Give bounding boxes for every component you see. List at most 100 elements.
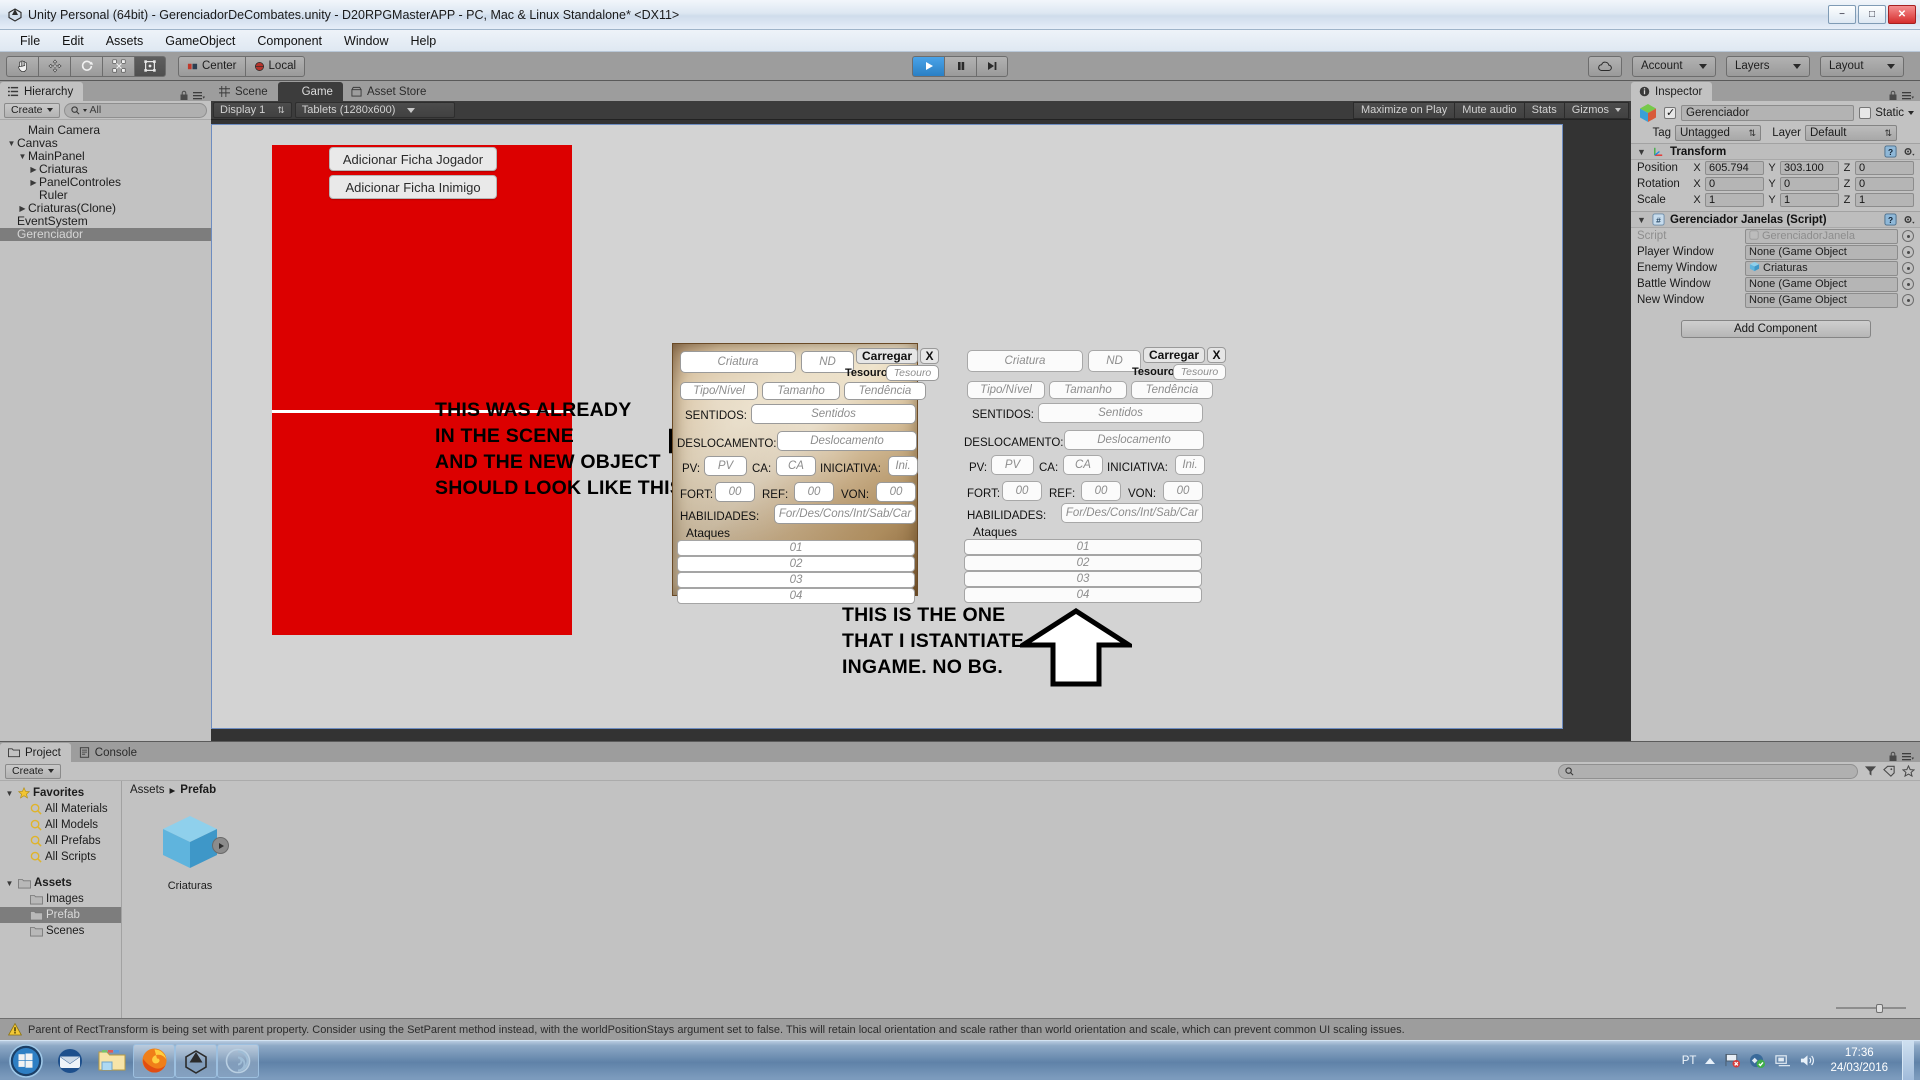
rect-tool-button[interactable] [134, 55, 166, 77]
taskbar-firefox-icon[interactable] [133, 1043, 175, 1078]
tag-dropdown[interactable]: Untagged ⇅ [1675, 125, 1761, 141]
chevron-down-icon[interactable]: ▼ [17, 150, 28, 163]
script-field-value[interactable]: None (Game Object [1745, 276, 1898, 292]
taskbar-photoshop-icon[interactable] [217, 1043, 259, 1078]
asset-zoom-slider[interactable] [1836, 1003, 1906, 1013]
chevron-down-icon[interactable] [1908, 111, 1914, 115]
volume-icon[interactable] [1799, 1053, 1816, 1068]
object-picker-icon[interactable] [1902, 262, 1914, 274]
gear-icon[interactable] [1902, 145, 1915, 158]
play-button[interactable] [912, 55, 944, 77]
sheet-von-field[interactable]: 00 [876, 482, 916, 502]
plain-tipo-nivel-field[interactable]: Tipo/Nível [967, 381, 1045, 399]
tab-hierarchy[interactable]: Hierarchy [0, 82, 84, 101]
object-enabled-checkbox[interactable] [1664, 106, 1676, 119]
object-picker-icon[interactable] [1902, 294, 1914, 306]
tab-scene[interactable]: Scene [211, 82, 278, 101]
gear-icon[interactable] [1902, 213, 1915, 226]
plain-attack-row-1[interactable]: 01 [964, 539, 1202, 555]
plain-attack-row-2[interactable]: 02 [964, 555, 1202, 571]
object-picker-icon[interactable] [1902, 278, 1914, 290]
project-tree-item-all-materials[interactable]: All Materials [0, 801, 121, 817]
hierarchy-item-mainpanel[interactable]: ▼ MainPanel [0, 150, 211, 163]
sheet-habilidades-field[interactable]: For/Des/Cons/Int/Sab/Car [774, 504, 916, 524]
project-tree-item-images[interactable]: Images [0, 891, 121, 907]
project-tree-item-all-models[interactable]: All Models [0, 817, 121, 833]
menu-window[interactable]: Window [334, 32, 398, 50]
layer-dropdown[interactable]: Default ⇅ [1805, 125, 1897, 141]
script-field-value[interactable]: GerenciadorJanela [1745, 228, 1898, 244]
plain-close-button[interactable]: X [1207, 347, 1226, 363]
plain-name-field[interactable]: Criatura [967, 350, 1083, 372]
project-tree-item-prefab[interactable]: Prefab [0, 907, 121, 923]
menu-gameobject[interactable]: GameObject [155, 32, 245, 50]
script-field-value[interactable]: Criaturas [1745, 260, 1898, 276]
static-checkbox[interactable] [1859, 107, 1872, 119]
taskbar-unity-icon[interactable] [175, 1043, 217, 1078]
project-search-input[interactable] [1558, 763, 1858, 779]
project-tree-item-scenes[interactable]: Scenes [0, 923, 121, 939]
transform-rotation-x-field[interactable]: 0 [1705, 177, 1764, 191]
scale-tool-button[interactable] [102, 55, 134, 77]
project-create-button[interactable]: Create [5, 763, 61, 779]
plain-carregar-button[interactable]: Carregar [1143, 347, 1205, 363]
hierarchy-search-input[interactable]: All [63, 102, 207, 118]
hand-tool-button[interactable] [6, 55, 38, 77]
project-tree-item-all-prefabs[interactable]: All Prefabs [0, 833, 121, 849]
step-button[interactable] [976, 55, 1008, 77]
plain-iniciativa-field[interactable]: Ini. [1175, 455, 1205, 475]
move-tool-button[interactable] [38, 55, 70, 77]
sheet-tamanho-field[interactable]: Tamanho [762, 382, 840, 400]
transform-component-header[interactable]: ▼ Transform ? [1631, 143, 1920, 160]
sheet-attack-row-3[interactable]: 03 [677, 572, 915, 588]
plain-pv-field[interactable]: PV [991, 455, 1034, 475]
collapse-arrow-icon[interactable]: ▼ [1636, 147, 1647, 157]
sheet-sentidos-field[interactable]: Sentidos [751, 404, 916, 424]
hierarchy-item-gerenciador[interactable]: Gerenciador [0, 228, 211, 241]
sheet-carregar-button[interactable]: Carregar [856, 348, 918, 364]
cloud-services-button[interactable] [1588, 55, 1622, 77]
rotate-tool-button[interactable] [70, 55, 102, 77]
favorite-star-icon[interactable] [1902, 765, 1915, 777]
sheet-name-field[interactable]: Criatura [680, 351, 796, 373]
transform-scale-x-field[interactable]: 1 [1705, 193, 1764, 207]
transform-position-y-field[interactable]: 303.100 [1780, 161, 1839, 175]
lock-icon[interactable] [1888, 90, 1898, 101]
filter-by-label-icon[interactable] [1883, 765, 1896, 777]
taskbar-clock[interactable]: 17:36 24/03/2016 [1824, 1046, 1894, 1076]
plain-attack-row-3[interactable]: 03 [964, 571, 1202, 587]
panel-menu-icon[interactable] [1902, 91, 1914, 101]
object-picker-icon[interactable] [1902, 246, 1914, 258]
display-dropdown[interactable]: Display 1 ⇅ [213, 102, 292, 118]
aspect-dropdown[interactable]: Tablets (1280x600) [294, 102, 455, 118]
layers-dropdown[interactable]: Layers [1726, 55, 1810, 77]
stats-toggle[interactable]: Stats [1523, 101, 1564, 119]
collapse-arrow-icon[interactable]: ▼ [1636, 215, 1647, 225]
transform-scale-z-field[interactable]: 1 [1855, 193, 1914, 207]
object-name-field[interactable]: Gerenciador [1681, 105, 1855, 121]
account-dropdown[interactable]: Account [1632, 55, 1716, 77]
project-tree-item-favorites[interactable]: ▼ Favorites [0, 785, 121, 801]
tab-project[interactable]: Project [0, 743, 71, 762]
sheet-fort-field[interactable]: 00 [715, 482, 755, 502]
plain-von-field[interactable]: 00 [1163, 481, 1203, 501]
sheet-tendencia-field[interactable]: Tendência [844, 382, 926, 400]
pivot-rotation-button[interactable]: Local [244, 55, 306, 77]
plain-attack-row-4[interactable]: 04 [964, 587, 1202, 603]
chevron-down-icon[interactable]: ▼ [6, 137, 17, 150]
hierarchy-item-panelcontroles[interactable]: ▶ PanelControles [0, 176, 211, 189]
sheet-pv-field[interactable]: PV [704, 456, 747, 476]
tab-asset-store[interactable]: Asset Store [342, 82, 437, 101]
menu-file[interactable]: File [10, 32, 50, 50]
language-indicator[interactable]: PT [1682, 1055, 1697, 1067]
tab-game[interactable]: Game [277, 82, 343, 101]
show-desktop-button[interactable] [1902, 1040, 1914, 1080]
project-tree-item-assets[interactable]: ▼ Assets [0, 875, 121, 891]
transform-rotation-y-field[interactable]: 0 [1780, 177, 1839, 191]
show-hidden-icons-icon[interactable] [1704, 1056, 1716, 1066]
breadcrumb-root[interactable]: Assets [130, 784, 165, 796]
transform-position-x-field[interactable]: 605.794 [1705, 161, 1764, 175]
lock-icon[interactable] [1888, 751, 1898, 762]
lock-icon[interactable] [179, 90, 189, 101]
chevron-right-icon[interactable]: ▶ [28, 163, 39, 176]
